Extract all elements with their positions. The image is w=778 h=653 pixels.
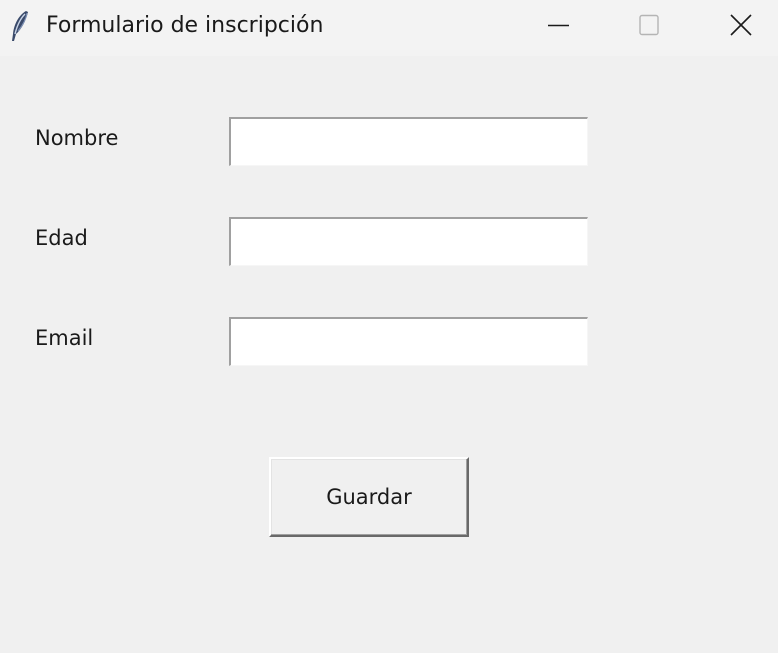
form-panel: Nombre Edad Email Guardar xyxy=(0,56,778,653)
window-title: Formulario de inscripción xyxy=(46,13,324,38)
nombre-input[interactable] xyxy=(229,117,588,166)
minimize-button[interactable] xyxy=(512,0,604,52)
app-window: Formulario de inscripción Nombre Edad Em… xyxy=(0,0,778,653)
email-input[interactable] xyxy=(229,317,588,366)
title-bar[interactable]: Formulario de inscripción xyxy=(0,0,778,56)
close-button[interactable] xyxy=(695,0,778,52)
maximize-button[interactable] xyxy=(603,0,695,52)
save-button[interactable]: Guardar xyxy=(269,457,469,537)
nombre-label: Nombre xyxy=(35,126,119,150)
email-label: Email xyxy=(35,326,94,350)
edad-label: Edad xyxy=(35,226,88,250)
feather-icon xyxy=(9,10,31,42)
edad-input[interactable] xyxy=(229,217,588,266)
